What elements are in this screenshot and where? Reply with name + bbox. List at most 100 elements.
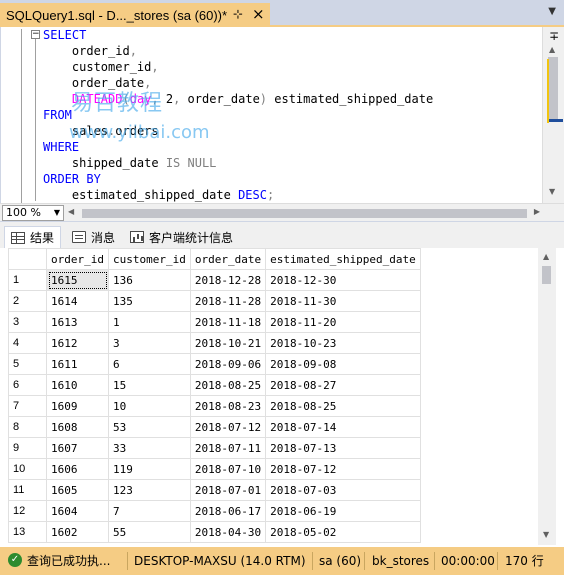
code-line[interactable]: order_id, — [43, 43, 543, 59]
code-line[interactable]: estimated_shipped_date DESC; — [43, 187, 543, 203]
table-row[interactable]: 7 1609 10 2018-08-23 2018-08-25 — [8, 395, 421, 417]
table-cell[interactable]: 2018-05-02 — [265, 521, 421, 543]
table-cell[interactable]: 1604 — [46, 500, 109, 522]
table-row[interactable]: 6 1610 15 2018-08-25 2018-08-27 — [8, 374, 421, 396]
table-cell[interactable]: 2018-12-30 — [265, 269, 421, 291]
table-cell[interactable]: 2018-07-13 — [265, 437, 421, 459]
tab-results[interactable]: 结果 — [4, 226, 62, 248]
table-cell[interactable]: 55 — [108, 521, 191, 543]
scroll-left-icon[interactable]: ◀ — [68, 207, 74, 216]
table-cell[interactable]: 1611 — [46, 353, 109, 375]
row-number-cell[interactable]: 1 — [8, 269, 47, 291]
table-row[interactable]: 11 1605 123 2018-07-01 2018-07-03 — [8, 479, 421, 501]
table-cell[interactable]: 2018-11-28 — [189, 290, 267, 312]
horizontal-scroll-thumb[interactable] — [82, 209, 527, 218]
table-cell[interactable]: 1615 — [46, 269, 109, 291]
table-row[interactable]: 9 1607 33 2018-07-11 2018-07-13 — [8, 437, 421, 459]
table-row[interactable]: 2 1614 135 2018-11-28 2018-11-30 — [8, 290, 421, 312]
table-cell[interactable]: 2018-09-06 — [189, 353, 267, 375]
table-row[interactable]: 5 1611 6 2018-09-06 2018-09-08 — [8, 353, 421, 375]
code-line[interactable]: ORDER BY — [43, 171, 543, 187]
table-cell[interactable]: 2018-12-28 — [189, 269, 267, 291]
table-cell[interactable]: 2018-07-12 — [189, 416, 267, 438]
row-number-cell[interactable]: 2 — [8, 290, 47, 312]
table-cell[interactable]: 2018-06-17 — [189, 500, 267, 522]
table-cell[interactable]: 1 — [108, 311, 191, 333]
table-cell[interactable]: 2018-08-27 — [265, 374, 421, 396]
table-cell[interactable]: 2018-08-25 — [265, 395, 421, 417]
column-header[interactable]: order_id — [46, 248, 109, 270]
table-cell[interactable]: 1607 — [46, 437, 109, 459]
row-number-cell[interactable]: 7 — [8, 395, 47, 417]
table-cell[interactable]: 1614 — [46, 290, 109, 312]
table-cell[interactable]: 2018-04-30 — [189, 521, 267, 543]
table-row[interactable]: 10 1606 119 2018-07-10 2018-07-12 — [8, 458, 421, 480]
row-number-cell[interactable]: 4 — [8, 332, 47, 354]
table-row[interactable]: 3 1613 1 2018-11-18 2018-11-20 — [8, 311, 421, 333]
chevron-down-icon[interactable]: ▼ — [548, 6, 556, 17]
table-row[interactable]: 13 1602 55 2018-04-30 2018-05-02 — [8, 521, 421, 543]
column-header[interactable]: estimated_shipped_date — [265, 248, 421, 270]
editor-vertical-scrollbar[interactable]: ∓ ▲ ▼ — [542, 27, 564, 203]
table-cell[interactable]: 2018-10-23 — [265, 332, 421, 354]
table-cell[interactable]: 2018-11-20 — [265, 311, 421, 333]
table-cell[interactable]: 2018-08-25 — [189, 374, 267, 396]
editor-horizontal-scrollbar[interactable]: ◀ ▶ — [66, 205, 542, 221]
row-number-cell[interactable]: 11 — [8, 479, 47, 501]
table-row[interactable]: 1 1615 136 2018-12-28 2018-12-30 — [8, 269, 421, 291]
grid-scroll-thumb[interactable] — [542, 266, 551, 284]
row-number-cell[interactable]: 6 — [8, 374, 47, 396]
scroll-up-icon[interactable]: ▲ — [543, 252, 549, 261]
table-cell[interactable]: 2018-07-10 — [189, 458, 267, 480]
table-cell[interactable]: 119 — [108, 458, 191, 480]
table-cell[interactable]: 1608 — [46, 416, 109, 438]
table-cell[interactable]: 2018-11-18 — [189, 311, 267, 333]
table-cell[interactable]: 2018-07-14 — [265, 416, 421, 438]
close-icon[interactable]: × — [252, 5, 265, 23]
row-number-cell[interactable]: 9 — [8, 437, 47, 459]
table-cell[interactable]: 1612 — [46, 332, 109, 354]
scroll-down-icon[interactable]: ▼ — [549, 187, 555, 196]
table-cell[interactable]: 2018-07-11 — [189, 437, 267, 459]
table-row[interactable]: 8 1608 53 2018-07-12 2018-07-14 — [8, 416, 421, 438]
code-line[interactable]: shipped_date IS NULL — [43, 155, 543, 171]
results-grid[interactable]: order_id customer_id order_date estimate… — [8, 248, 538, 545]
row-number-cell[interactable]: 5 — [8, 353, 47, 375]
table-cell[interactable]: 135 — [108, 290, 191, 312]
row-number-cell[interactable]: 8 — [8, 416, 47, 438]
table-cell[interactable]: 136 — [108, 269, 191, 291]
row-number-cell[interactable]: 13 — [8, 521, 47, 543]
chevron-down-icon[interactable]: ▼ — [54, 206, 60, 220]
table-cell[interactable]: 1610 — [46, 374, 109, 396]
scroll-up-icon[interactable]: ▲ — [549, 45, 555, 54]
tab-messages[interactable]: 消息 — [66, 226, 121, 248]
table-cell[interactable]: 15 — [108, 374, 191, 396]
table-cell[interactable]: 33 — [108, 437, 191, 459]
row-number-cell[interactable]: 3 — [8, 311, 47, 333]
table-cell[interactable]: 2018-11-30 — [265, 290, 421, 312]
pin-icon[interactable]: ⊹ — [233, 7, 243, 21]
editor-scroll-thumb[interactable] — [548, 57, 558, 121]
table-cell[interactable]: 2018-10-21 — [189, 332, 267, 354]
table-cell[interactable]: 6 — [108, 353, 191, 375]
scroll-down-icon[interactable]: ▼ — [543, 530, 549, 539]
collapse-outline-icon[interactable]: − — [31, 30, 40, 39]
column-header[interactable]: customer_id — [108, 248, 191, 270]
row-number-header[interactable] — [8, 248, 47, 270]
table-cell[interactable]: 2018-07-01 — [189, 479, 267, 501]
grid-vertical-scrollbar[interactable]: ▲ ▼ — [538, 248, 556, 545]
zoom-select[interactable]: 100 % ▼ — [2, 205, 64, 221]
query-document-tab[interactable]: SQLQuery1.sql - D..._stores (sa (60))* ⊹… — [0, 3, 270, 27]
table-cell[interactable]: 2018-07-12 — [265, 458, 421, 480]
tab-client-statistics[interactable]: 客户端统计信息 — [124, 226, 239, 248]
row-number-cell[interactable]: 10 — [8, 458, 47, 480]
table-cell[interactable]: 3 — [108, 332, 191, 354]
table-cell[interactable]: 53 — [108, 416, 191, 438]
split-editor-icon[interactable]: ∓ — [546, 29, 562, 43]
column-header[interactable]: order_date — [189, 248, 267, 270]
table-cell[interactable]: 2018-06-19 — [265, 500, 421, 522]
row-number-cell[interactable]: 12 — [8, 500, 47, 522]
table-cell[interactable]: 1613 — [46, 311, 109, 333]
table-cell[interactable]: 10 — [108, 395, 191, 417]
table-cell[interactable]: 7 — [108, 500, 191, 522]
